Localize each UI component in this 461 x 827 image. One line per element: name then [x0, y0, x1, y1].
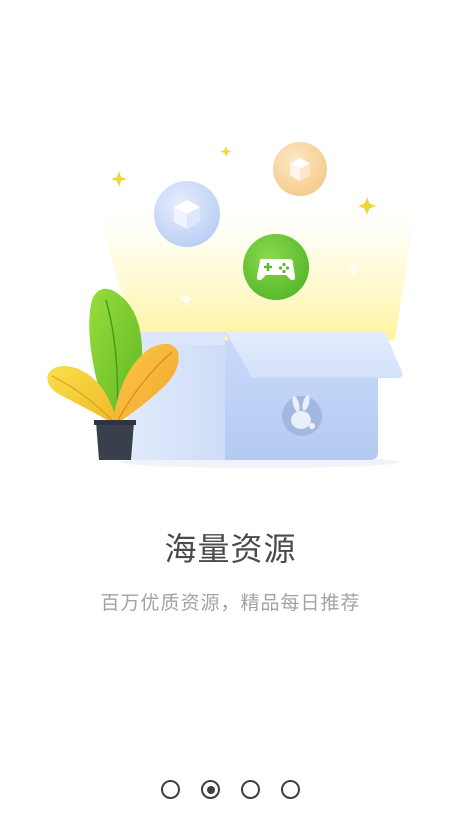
onboarding-illustration	[47, 142, 415, 468]
page-dot-2[interactable]	[201, 780, 220, 799]
gamepad-icon	[243, 234, 309, 300]
page-dot-4[interactable]	[281, 780, 300, 799]
onboarding-screen: 海量资源 百万优质资源，精品每日推荐	[0, 0, 461, 827]
page-dot-3[interactable]	[241, 780, 260, 799]
onboarding-title: 海量资源	[164, 530, 297, 568]
box-icon	[273, 142, 327, 196]
box-icon	[154, 181, 220, 247]
onboarding-subtitle: 百万优质资源，精品每日推荐	[100, 592, 361, 614]
page-dot-1[interactable]	[161, 780, 180, 799]
page-indicator	[0, 780, 461, 804]
